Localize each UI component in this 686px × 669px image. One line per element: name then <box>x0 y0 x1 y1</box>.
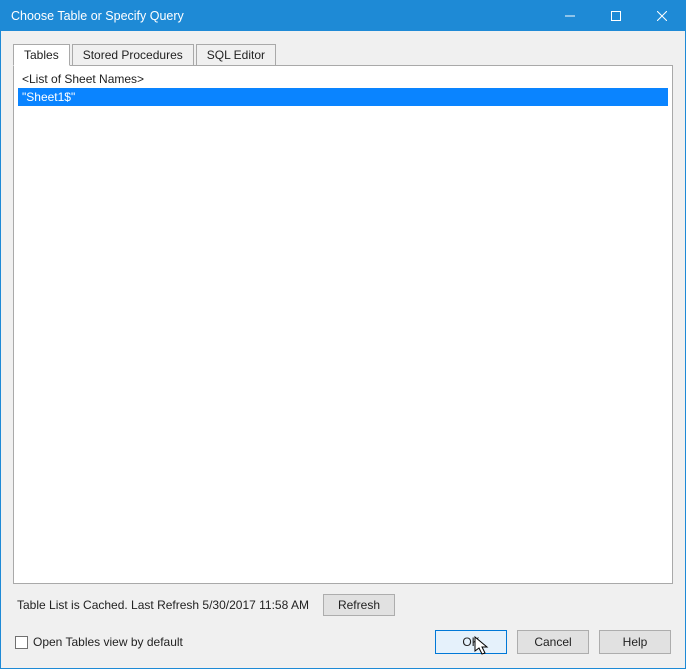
open-tables-default-checkbox[interactable]: Open Tables view by default <box>15 635 425 649</box>
minimize-icon <box>565 11 575 21</box>
footer: Open Tables view by default OK Cancel He… <box>1 630 685 668</box>
checkbox-label: Open Tables view by default <box>33 635 183 649</box>
maximize-icon <box>611 11 621 21</box>
listbox[interactable]: <List of Sheet Names> "Sheet1$" <box>13 65 673 584</box>
client-area: Tables Stored Procedures SQL Editor <Lis… <box>1 31 685 630</box>
refresh-button[interactable]: Refresh <box>323 594 395 616</box>
window-controls <box>547 1 685 31</box>
ok-button[interactable]: OK <box>435 630 507 654</box>
minimize-button[interactable] <box>547 1 593 31</box>
titlebar[interactable]: Choose Table or Specify Query <box>1 1 685 31</box>
tab-tables[interactable]: Tables <box>13 44 70 66</box>
tab-row: Tables Stored Procedures SQL Editor <box>13 44 673 66</box>
list-header: <List of Sheet Names> <box>18 70 668 88</box>
tab-stored-procedures[interactable]: Stored Procedures <box>72 44 194 66</box>
close-icon <box>657 11 667 21</box>
status-row: Table List is Cached. Last Refresh 5/30/… <box>13 584 673 616</box>
help-button[interactable]: Help <box>599 630 671 654</box>
checkbox-icon <box>15 636 28 649</box>
close-button[interactable] <box>639 1 685 31</box>
tab-sql-editor[interactable]: SQL Editor <box>196 44 276 66</box>
dialog-window: Choose Table or Specify Query Tables Sto… <box>0 0 686 669</box>
status-text: Table List is Cached. Last Refresh 5/30/… <box>17 598 309 612</box>
maximize-button[interactable] <box>593 1 639 31</box>
list-item[interactable]: "Sheet1$" <box>18 88 668 106</box>
cancel-button[interactable]: Cancel <box>517 630 589 654</box>
window-title: Choose Table or Specify Query <box>11 9 547 23</box>
listbox-empty-area <box>18 106 668 579</box>
